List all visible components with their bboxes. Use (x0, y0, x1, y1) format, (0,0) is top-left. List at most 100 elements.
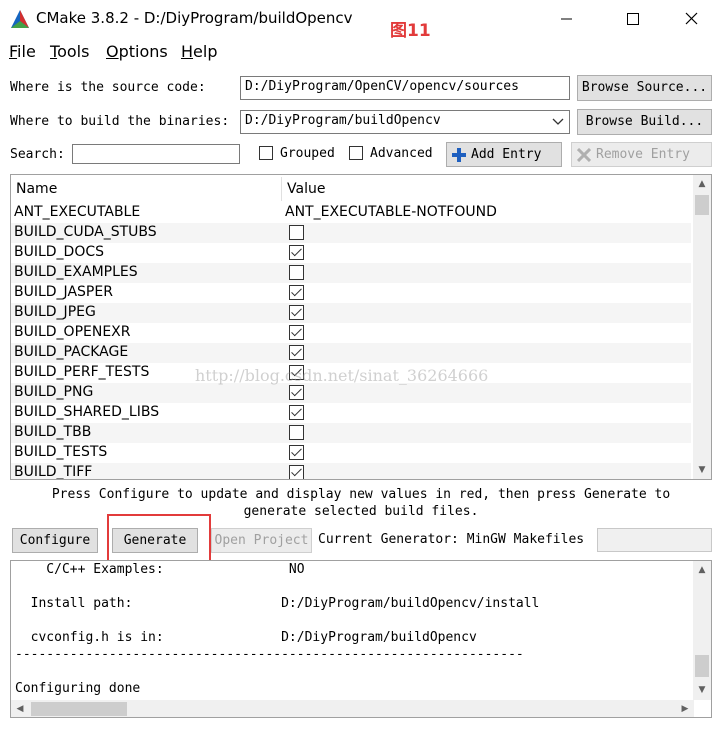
entry-name: BUILD_JASPER (14, 284, 113, 300)
entry-checkbox[interactable] (289, 445, 304, 460)
entry-checkbox[interactable] (289, 345, 304, 360)
maximize-button[interactable] (610, 0, 656, 38)
grouped-checkbox[interactable] (259, 146, 273, 160)
scroll-thumb[interactable] (695, 195, 709, 215)
search-input[interactable] (72, 144, 240, 164)
output-vertical-scrollbar[interactable]: ▲ ▼ (693, 561, 711, 700)
table-row[interactable]: BUILD_TBB (11, 423, 691, 443)
entry-checkbox[interactable] (289, 405, 304, 420)
minimize-icon (561, 18, 572, 20)
close-icon (685, 12, 698, 25)
entry-checkbox[interactable] (289, 265, 304, 280)
grouped-label: Grouped (280, 146, 335, 161)
cache-table[interactable]: Name Value ANT_EXECUTABLE ANT_EXECUTABLE-… (10, 174, 712, 480)
log-line: cvconfig.h is in: D:/DiyProgram/buildOpe… (15, 630, 477, 645)
scroll-left-icon[interactable]: ◀ (11, 700, 29, 717)
hint-line-1: Press Configure to update and display ne… (51, 487, 671, 502)
entry-checkbox[interactable] (289, 325, 304, 340)
entry-name: BUILD_SHARED_LIBS (14, 404, 160, 420)
advanced-checkbox[interactable] (349, 146, 363, 160)
table-row[interactable]: ANT_EXECUTABLE ANT_EXECUTABLE-NOTFOUND (11, 203, 691, 223)
entry-name: BUILD_EXAMPLES (14, 264, 138, 280)
column-header-value[interactable]: Value (287, 181, 325, 197)
build-path-combobox[interactable]: D:/DiyProgram/buildOpencv (240, 110, 570, 134)
column-header-name[interactable]: Name (16, 181, 57, 197)
search-label: Search: (10, 147, 65, 162)
log-line: ----------------------------------------… (15, 647, 524, 662)
remove-entry-button[interactable]: Remove Entry (571, 142, 712, 167)
source-label: Where is the source code: (10, 80, 206, 95)
cmake-logo-icon (11, 10, 29, 28)
minimize-button[interactable] (544, 0, 590, 38)
build-path-value: D:/DiyProgram/buildOpencv (245, 113, 441, 128)
current-generator-label: Current Generator: MinGW Makefiles (318, 532, 585, 547)
advanced-label: Advanced (370, 146, 433, 161)
table-header: Name Value (11, 175, 691, 203)
entry-name: BUILD_JPEG (14, 304, 96, 320)
menu-bar: File Tools Options Help (0, 38, 723, 66)
entry-name: BUILD_TIFF (14, 464, 93, 480)
open-project-button[interactable]: Open Project (211, 528, 312, 553)
entry-checkbox[interactable] (289, 225, 304, 240)
table-row[interactable]: BUILD_PNG (11, 383, 691, 403)
entry-name: BUILD_DOCS (14, 244, 105, 260)
menu-help[interactable]: Help (181, 42, 217, 61)
menu-file[interactable]: File (9, 42, 36, 61)
entry-value[interactable]: ANT_EXECUTABLE-NOTFOUND (285, 204, 497, 220)
entry-checkbox[interactable] (289, 305, 304, 320)
menu-options[interactable]: Options (106, 42, 168, 61)
scroll-down-icon[interactable]: ▼ (693, 461, 711, 479)
build-label: Where to build the binaries: (10, 114, 230, 129)
scroll-up-icon[interactable]: ▲ (693, 175, 711, 193)
output-scroll-thumb[interactable] (695, 655, 709, 677)
entry-name: BUILD_TBB (14, 424, 92, 440)
entry-name: BUILD_TESTS (14, 444, 108, 460)
table-row[interactable]: BUILD_TIFF (11, 463, 691, 480)
table-row[interactable]: BUILD_JASPER (11, 283, 691, 303)
entry-checkbox[interactable] (289, 245, 304, 260)
entry-checkbox[interactable] (289, 285, 304, 300)
output-scroll-up-icon[interactable]: ▲ (693, 561, 711, 579)
entry-name: BUILD_PNG (14, 384, 94, 400)
generator-field (597, 528, 712, 552)
add-entry-button[interactable]: Add Entry (446, 142, 562, 167)
table-row[interactable]: BUILD_PACKAGE (11, 343, 691, 363)
output-log[interactable]: C/C++ Examples: NO Install path: D:/DiyP… (10, 560, 712, 718)
watermark: http://blog.csdn.net/sinat_36264666 (195, 366, 489, 385)
table-row[interactable]: BUILD_EXAMPLES (11, 263, 691, 283)
close-button[interactable] (670, 0, 716, 38)
remove-entry-label: Remove Entry (596, 147, 690, 162)
source-path-input[interactable]: D:/DiyProgram/OpenCV/opencv/sources (240, 76, 570, 100)
table-row[interactable]: BUILD_JPEG (11, 303, 691, 323)
horizontal-scroll-thumb[interactable] (31, 702, 127, 716)
maximize-icon (627, 13, 639, 25)
output-scroll-down-icon[interactable]: ▼ (693, 681, 711, 699)
browse-build-button[interactable]: Browse Build... (577, 109, 712, 135)
entry-checkbox[interactable] (289, 465, 304, 479)
scroll-right-icon[interactable]: ▶ (676, 700, 694, 717)
log-line: Install path: D:/DiyProgram/buildOpencv/… (15, 596, 540, 611)
entry-checkbox[interactable] (289, 385, 304, 400)
entry-name: BUILD_PACKAGE (14, 344, 129, 360)
log-line: C/C++ Examples: NO (15, 562, 305, 577)
output-horizontal-scrollbar[interactable]: ◀ ▶ (11, 700, 694, 717)
configure-button[interactable]: Configure (12, 528, 98, 553)
table-row[interactable]: BUILD_CUDA_STUBS (11, 223, 691, 243)
remove-icon (577, 148, 591, 162)
entry-name: ANT_EXECUTABLE (14, 204, 141, 220)
header-divider (281, 177, 282, 201)
table-row[interactable]: BUILD_SHARED_LIBS (11, 403, 691, 423)
table-vertical-scrollbar[interactable]: ▲ ▼ (693, 175, 711, 479)
title-bar: CMake 3.8.2 - D:/DiyProgram/buildOpencv … (0, 0, 723, 41)
entry-checkbox[interactable] (289, 425, 304, 440)
entry-name: BUILD_PERF_TESTS (14, 364, 150, 380)
entry-name: BUILD_OPENEXR (14, 324, 131, 340)
table-row[interactable]: BUILD_TESTS (11, 443, 691, 463)
log-line: Configuring done (15, 681, 141, 696)
menu-tools[interactable]: Tools (50, 42, 89, 61)
table-row[interactable]: BUILD_OPENEXR (11, 323, 691, 343)
table-row[interactable]: BUILD_DOCS (11, 243, 691, 263)
browse-source-button[interactable]: Browse Source... (577, 75, 712, 101)
chevron-down-icon[interactable] (552, 116, 564, 128)
generate-highlight-box (107, 514, 211, 562)
